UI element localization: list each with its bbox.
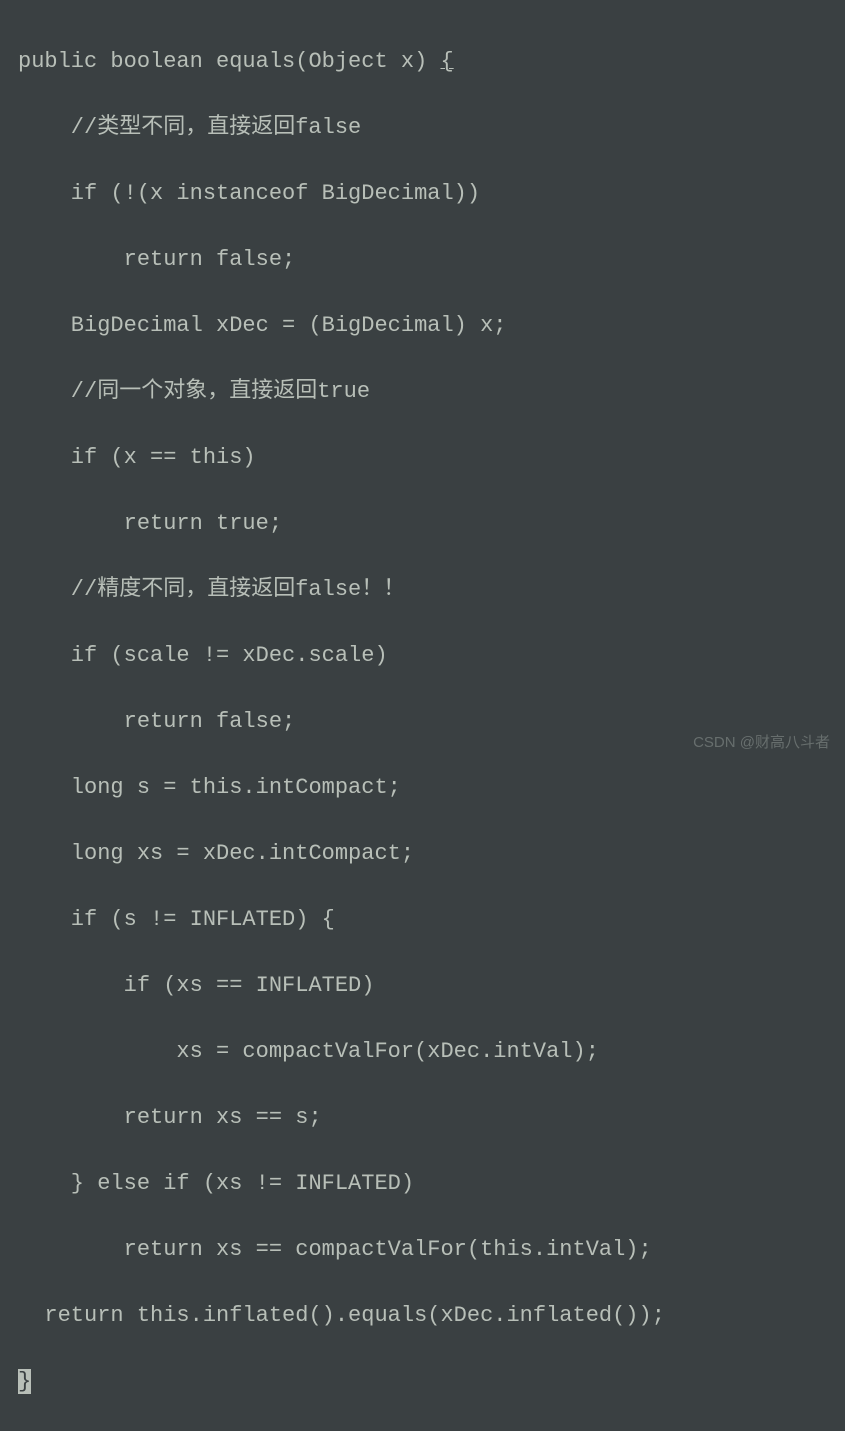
watermark-text: CSDN @财高八斗者 — [693, 732, 830, 755]
code-line-1: public boolean equals(Object x) { — [18, 45, 827, 78]
code-line-15: if (xs == INFLATED) — [18, 969, 827, 1002]
code-line-16: xs = compactValFor(xDec.intVal); — [18, 1035, 827, 1068]
code-line-3: if (!(x instanceof BigDecimal)) — [18, 177, 827, 210]
code-block: public boolean equals(Object x) { //类型不同… — [18, 12, 827, 1431]
code-line-20: return this.inflated().equals(xDec.infla… — [18, 1299, 827, 1332]
code-line-19: return xs == compactValFor(this.intVal); — [18, 1233, 827, 1266]
code-line-14: if (s != INFLATED) { — [18, 903, 827, 936]
code-line-13: long xs = xDec.intCompact; — [18, 837, 827, 870]
code-line-12: long s = this.intCompact; — [18, 771, 827, 804]
code-line-5: BigDecimal xDec = (BigDecimal) x; — [18, 309, 827, 342]
code-line-8: return true; — [18, 507, 827, 540]
code-line-17: return xs == s; — [18, 1101, 827, 1134]
close-brace-cursor: } — [18, 1369, 31, 1394]
method-signature: public boolean equals(Object x) — [18, 49, 440, 74]
code-line-10: if (scale != xDec.scale) — [18, 639, 827, 672]
open-brace: { — [440, 49, 453, 74]
code-line-2: //类型不同，直接返回false — [18, 111, 827, 144]
code-line-7: if (x == this) — [18, 441, 827, 474]
code-line-18: } else if (xs != INFLATED) — [18, 1167, 827, 1200]
code-line-9: //精度不同，直接返回false！！ — [18, 573, 827, 606]
code-line-21: } — [18, 1365, 827, 1398]
code-line-4: return false; — [18, 243, 827, 276]
code-line-6: //同一个对象，直接返回true — [18, 375, 827, 408]
